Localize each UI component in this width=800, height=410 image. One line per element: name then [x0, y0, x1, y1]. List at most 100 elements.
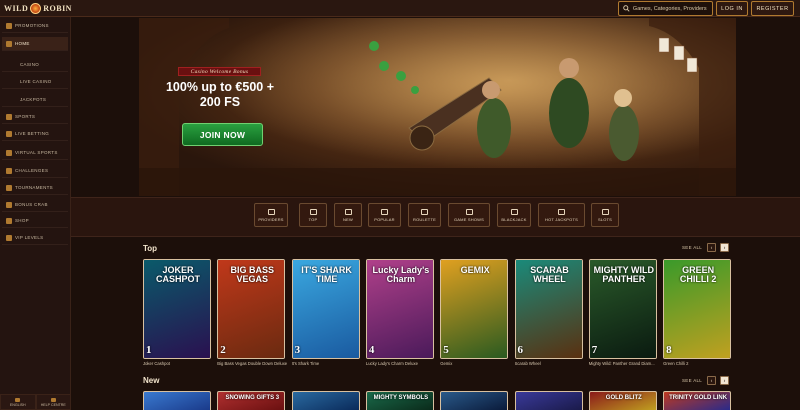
sidebar-item-tournaments[interactable]: TOURNAMENTS: [2, 181, 68, 195]
help-centre-button[interactable]: HELP CENTRE: [35, 394, 71, 410]
sidebar-item-live-casino[interactable]: LIVE CASINO: [2, 75, 68, 89]
game-rank: 1: [146, 344, 152, 356]
game-thumbnail[interactable]: JOKER CASHPOT 1: [143, 259, 211, 359]
search-input[interactable]: [632, 5, 712, 12]
category-providers[interactable]: PROVIDERS: [254, 203, 288, 227]
category-roulette[interactable]: ROULETTE: [408, 203, 441, 227]
new-game-card[interactable]: MIGHTY SYMBOLS: [365, 391, 434, 410]
sidebar-item-shop[interactable]: SHOP: [2, 214, 68, 228]
sidebar-item-jackpots[interactable]: JACKPOTS: [2, 93, 68, 107]
game-thumbnail[interactable]: SCARAB WHEEL 6: [514, 259, 583, 359]
sidebar-item-vip-levels[interactable]: VIP LEVELS: [2, 231, 68, 245]
promo-title: 100% up to €500 + 200 FS: [165, 80, 275, 109]
category-new[interactable]: NEW: [334, 203, 362, 227]
new-game-card[interactable]: GOLD BLITZ: [588, 391, 657, 410]
sidebar-item-label: TOURNAMENTS: [15, 185, 53, 190]
category-top[interactable]: TOP: [299, 203, 327, 227]
sidebar-item-casino[interactable]: CASINO: [2, 58, 68, 72]
game-card[interactable]: GREEN CHILLI 2 8 Green Chilli 2: [663, 259, 732, 370]
language-label: ENGLISH: [9, 402, 26, 407]
category-blackjack[interactable]: BLACKJACK: [497, 203, 531, 227]
game-logo-text: BIG BASS VEGAS: [230, 265, 275, 284]
blackjack-icon: [510, 208, 518, 215]
search-icon: [623, 5, 630, 12]
gameshow-icon: [465, 208, 473, 215]
new-icon: [344, 208, 352, 215]
new-game-card[interactable]: [440, 391, 509, 410]
new-game-card[interactable]: SNOWING GIFTS 3: [217, 391, 286, 410]
game-rank: 4: [368, 344, 375, 356]
new-prev-arrow[interactable]: ‹: [707, 376, 716, 385]
game-name: Scarab Wheel: [514, 361, 541, 366]
game-thumbnail[interactable]: IT'S SHARK TIME 3: [291, 259, 360, 359]
game-card[interactable]: MIGHTY WILD PANTHER 7 Mighty Wild: Panther…: [588, 259, 657, 370]
language-button[interactable]: ENGLISH: [0, 394, 36, 410]
new-game-card[interactable]: [291, 391, 360, 410]
category-label: SLOTS: [597, 216, 613, 222]
game-logo-text: SNOWING GIFTS 3: [225, 395, 280, 401]
top-next-arrow[interactable]: ›: [720, 243, 729, 252]
game-logo-text: Lucky Lady's Charm: [372, 265, 430, 284]
sidebar-item-virtual-sports[interactable]: VIRTUAL SPORTS: [2, 146, 68, 160]
category-label: GAME SHOWS: [453, 216, 484, 222]
category-popular[interactable]: POPULAR: [368, 203, 401, 227]
category-bar: PROVIDERS TOP NEW POPULAR ROULETTE GAME SHOWS…: [71, 197, 800, 237]
new-game-card[interactable]: TRINITY GOLD LINK: [663, 391, 732, 410]
game-thumbnail[interactable]: MIGHTY WILD PANTHER 7: [588, 259, 657, 359]
new-game-card[interactable]: [143, 391, 211, 410]
game-logo-text: GEMIX: [460, 265, 490, 275]
search-box[interactable]: [618, 1, 713, 16]
game-card[interactable]: Lucky Lady's Charm 4 Lucky Lady's Charm De…: [365, 259, 434, 370]
register-button[interactable]: REGISTER: [751, 1, 794, 16]
see-all-new-link[interactable]: SEE ALL: [682, 378, 702, 383]
join-now-button[interactable]: JOIN NOW: [182, 123, 263, 146]
category-hot-jackpots[interactable]: HOT JACKPOTS: [538, 203, 585, 227]
jackpot-icon: [558, 208, 565, 215]
help-icon: [50, 397, 56, 402]
sidebar-item-challenges[interactable]: CHALLENGES: [2, 164, 68, 178]
sidebar-item-promotions[interactable]: PROMOTIONS: [2, 19, 68, 33]
new-game-card[interactable]: [514, 391, 583, 410]
login-button[interactable]: LOG IN: [716, 1, 748, 16]
game-rank: 6: [517, 344, 524, 356]
game-name: Mighty Wild: Panther Grand Diam...: [588, 361, 655, 366]
game-card[interactable]: JOKER CASHPOT 1 Joker Cashpot: [143, 259, 211, 370]
game-card[interactable]: IT'S SHARK TIME 3 It's Shark Time: [291, 259, 360, 370]
game-thumbnail[interactable]: GEMIX 5: [440, 259, 509, 359]
game-thumbnail[interactable]: GREEN CHILLI 2 8: [663, 259, 732, 359]
category-game-shows[interactable]: GAME SHOWS: [448, 203, 490, 227]
logo-text-part: WILD: [4, 4, 29, 13]
top-prev-arrow[interactable]: ‹: [707, 243, 716, 252]
category-slots[interactable]: SLOTS: [591, 203, 619, 227]
see-all-top-link[interactable]: SEE ALL: [682, 245, 702, 250]
game-rank: 2: [220, 344, 226, 356]
game-card[interactable]: BIG BASS VEGAS 2 Big Bass Vegas Double Dow…: [217, 259, 287, 370]
sidebar-item-label: SPORTS: [15, 114, 36, 119]
game-thumbnail[interactable]: Lucky Lady's Charm 4: [365, 259, 434, 359]
sidebar-item-label: VIRTUAL SPORTS: [15, 150, 58, 155]
logo-text-part: ROBIN: [43, 4, 72, 13]
sidebar-item-label: JACKPOTS: [20, 97, 47, 102]
live-icon: [6, 130, 12, 137]
ball-icon: [6, 113, 12, 120]
cart-icon: [6, 217, 12, 224]
game-card[interactable]: SCARAB WHEEL 6 Scarab Wheel: [514, 259, 583, 370]
new-next-arrow[interactable]: ›: [720, 376, 729, 385]
top-icon: [309, 208, 317, 215]
sidebar-item-live-betting[interactable]: LIVE BETTING: [2, 127, 68, 141]
crown-icon: [6, 234, 12, 241]
popular-icon: [381, 208, 388, 215]
game-card[interactable]: GEMIX 5 Gemix: [440, 259, 509, 370]
game-thumbnail[interactable]: BIG BASS VEGAS 2: [217, 259, 286, 359]
sidebar-item-label: LIVE BETTING: [15, 131, 50, 136]
game-rank: 3: [294, 344, 301, 356]
sidebar-item-home[interactable]: HOME: [2, 37, 68, 51]
game-name: Gemix: [440, 361, 453, 366]
hero-banner: Casino Welcome Bonus 100% up to €500 + 2…: [139, 18, 736, 196]
logo[interactable]: WILD ROBIN: [4, 2, 72, 15]
sidebar-item-bonus-crab[interactable]: BONUS CRAB: [2, 198, 68, 212]
sidebar-footer: ENGLISH HELP CENTRE: [0, 394, 71, 410]
sidebar-item-label: HOME: [15, 41, 30, 46]
sidebar-item-sports[interactable]: SPORTS: [2, 110, 68, 124]
game-logo-text: IT'S SHARK TIME: [301, 265, 352, 284]
